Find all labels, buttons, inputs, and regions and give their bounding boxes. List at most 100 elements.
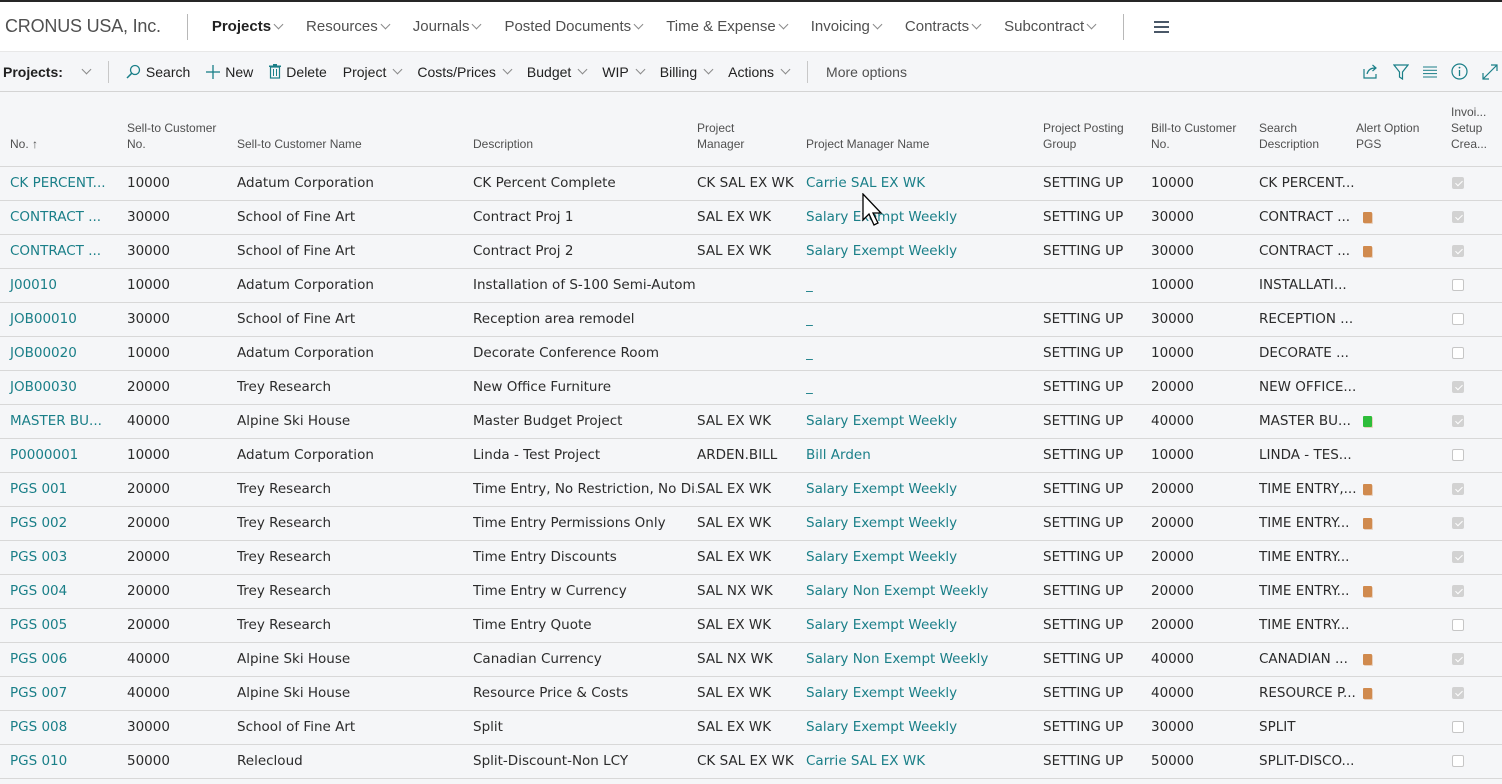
checkbox[interactable] <box>1452 177 1464 189</box>
checkbox[interactable] <box>1452 245 1464 257</box>
column-header-no[interactable]: No. ↑ <box>0 92 127 167</box>
column-header-project-posting-group[interactable]: Project Posting Group <box>1043 92 1151 167</box>
table-row[interactable]: JOB00030 20000 Trey Research New Office Fur… <box>0 370 1502 405</box>
cell-no[interactable]: PGS 010 <box>0 744 127 779</box>
cell-pm-name[interactable]: Carrie SAL EX WK <box>806 744 1043 779</box>
cell-no[interactable]: P0000001 <box>0 438 127 473</box>
checkbox[interactable] <box>1452 313 1464 325</box>
cell-pm-name[interactable]: Salary Exempt Weekly <box>806 608 1043 643</box>
table-row[interactable]: PGS 002 20000 Trey Research Time Entry Perm… <box>0 506 1502 541</box>
table-row[interactable]: PGS 003 20000 Trey Research Time Entry Disc… <box>0 540 1502 575</box>
cell-no[interactable]: JOB00010 <box>0 302 127 337</box>
checkbox[interactable] <box>1452 279 1464 291</box>
cell-no[interactable]: PGS 003 <box>0 540 127 575</box>
cell-pm-name[interactable]: Salary Exempt Weekly <box>806 404 1043 439</box>
cell-no[interactable]: PGS 008 <box>0 710 127 745</box>
checkbox[interactable] <box>1452 755 1464 767</box>
cell-no[interactable]: PGS 005 <box>0 608 127 643</box>
table-row[interactable]: CONTRACT ... 30000 School of Fine Art Contr… <box>0 234 1502 269</box>
cell-no[interactable]: CK PERCENT... <box>0 166 127 201</box>
checkbox[interactable] <box>1452 483 1464 495</box>
delete-button[interactable]: Delete <box>269 64 327 80</box>
table-row[interactable]: JOB00010 30000 School of Fine Art Reception… <box>0 302 1502 337</box>
cell-no[interactable]: JOB00020 <box>0 336 127 371</box>
checkbox[interactable] <box>1452 211 1464 223</box>
cell-pm-name[interactable]: Carrie SAL EX WK <box>806 166 1043 201</box>
table-row[interactable]: PGS 001 20000 Trey Research Time Entry, No … <box>0 472 1502 507</box>
checkbox[interactable] <box>1452 415 1464 427</box>
table-row[interactable]: JOB00020 10000 Adatum Corporation Decorate … <box>0 336 1502 371</box>
cell-pm-name[interactable]: Salary Non Exempt Weekly <box>806 574 1043 609</box>
search-button[interactable]: Search <box>125 64 190 80</box>
cell-no[interactable]: J00010 <box>0 268 127 303</box>
cell-no[interactable]: MASTER BU... <box>0 404 127 439</box>
table-row[interactable]: PGS 005 20000 Trey Research Time Entry Quot… <box>0 608 1502 643</box>
cell-pm-name[interactable]: _ <box>806 336 1043 371</box>
cell-no[interactable]: PGS 002 <box>0 506 127 541</box>
billing-menu[interactable]: Billing <box>660 64 714 80</box>
table-row[interactable]: J00010 10000 Adatum Corporation Installatio… <box>0 268 1502 303</box>
nav-item-projects[interactable]: Projects <box>212 18 284 35</box>
column-header-project-manager[interactable]: Project Manager <box>697 92 806 167</box>
cell-pm-name[interactable]: Salary Non Exempt Weekly <box>806 642 1043 677</box>
checkbox[interactable] <box>1452 517 1464 529</box>
checkbox[interactable] <box>1452 347 1464 359</box>
list-view-icon[interactable] <box>1423 66 1437 78</box>
wip-menu[interactable]: WIP <box>602 64 646 80</box>
table-row[interactable]: PGS 007 40000 Alpine Ski House Resource Pri… <box>0 676 1502 711</box>
table-row[interactable]: CONTRACT ... 30000 School of Fine Art Contr… <box>0 200 1502 235</box>
filter-icon[interactable] <box>1393 63 1409 80</box>
checkbox[interactable] <box>1452 721 1464 733</box>
cell-pm-name[interactable]: Salary Exempt Weekly <box>806 234 1043 269</box>
cell-no[interactable]: PGS 006 <box>0 642 127 677</box>
cell-pm-name[interactable]: Bill Arden <box>806 438 1043 473</box>
cell-no[interactable]: PGS 004 <box>0 574 127 609</box>
column-header-alert-option-pgs[interactable]: Alert Option PGS <box>1356 92 1451 167</box>
new-button[interactable]: New <box>206 64 253 80</box>
project-menu[interactable]: Project <box>343 64 403 80</box>
column-header-invoicing-setup-created[interactable]: Invoi... Setup Crea... <box>1451 92 1502 167</box>
info-icon[interactable] <box>1451 63 1468 80</box>
table-row[interactable]: PGS 008 30000 School of Fine Art Split SAL E… <box>0 710 1502 745</box>
chevron-down-icon[interactable] <box>81 64 92 75</box>
cell-pm-name[interactable]: Salary Exempt Weekly <box>806 472 1043 507</box>
column-header-sell-to-customer-no[interactable]: Sell-to Customer No. <box>127 92 237 167</box>
cell-pm-name[interactable]: Salary Exempt Weekly <box>806 676 1043 711</box>
actions-menu[interactable]: Actions <box>728 64 791 80</box>
checkbox[interactable] <box>1452 585 1464 597</box>
costs-prices-menu[interactable]: Costs/Prices <box>417 64 513 80</box>
checkbox[interactable] <box>1452 653 1464 665</box>
table-row[interactable]: MASTER BU... 40000 Alpine Ski House Master … <box>0 404 1502 439</box>
more-options-button[interactable]: More options <box>826 64 907 80</box>
cell-pm-name[interactable]: Salary Exempt Weekly <box>806 506 1043 541</box>
budget-menu[interactable]: Budget <box>527 64 588 80</box>
nav-item-invoicing[interactable]: Invoicing <box>811 18 883 35</box>
checkbox[interactable] <box>1452 619 1464 631</box>
hamburger-icon[interactable] <box>1154 20 1170 33</box>
nav-item-journals[interactable]: Journals <box>413 18 482 35</box>
column-header-search-description[interactable]: Search Description <box>1259 92 1356 167</box>
checkbox[interactable] <box>1452 449 1464 461</box>
cell-pm-name[interactable]: _ <box>806 370 1043 405</box>
table-row[interactable]: PGS 004 20000 Trey Research Time Entry w Cu… <box>0 574 1502 609</box>
table-row[interactable]: CK PERCENT... 10000 Adatum Corporation CK P… <box>0 166 1502 201</box>
column-header-project-manager-name[interactable]: Project Manager Name <box>806 92 1043 167</box>
share-icon[interactable] <box>1363 64 1379 79</box>
column-header-bill-to-customer-no[interactable]: Bill-to Customer No. <box>1151 92 1259 167</box>
column-header-description[interactable]: Description <box>473 92 697 167</box>
company-name[interactable]: CRONUS USA, Inc. <box>0 16 187 37</box>
cell-pm-name[interactable]: _ <box>806 302 1043 337</box>
nav-item-subcontract[interactable]: Subcontract <box>1004 18 1097 35</box>
column-header-sell-to-customer-name[interactable]: Sell-to Customer Name <box>237 92 473 167</box>
checkbox[interactable] <box>1452 381 1464 393</box>
checkbox[interactable] <box>1452 687 1464 699</box>
cell-pm-name[interactable]: Salary Exempt Weekly <box>806 540 1043 575</box>
cell-pm-name[interactable]: Salary Exempt Weekly <box>806 200 1043 235</box>
cell-no[interactable]: PGS 001 <box>0 472 127 507</box>
nav-item-resources[interactable]: Resources <box>306 18 391 35</box>
cell-no[interactable]: CONTRACT ... <box>0 200 127 235</box>
cell-no[interactable]: JOB00030 <box>0 370 127 405</box>
table-row[interactable]: P0000001 10000 Adatum Corporation Linda - T… <box>0 438 1502 473</box>
expand-icon[interactable] <box>1482 63 1498 80</box>
table-row[interactable]: PGS 010 50000 Relecloud Split-Discount-Non … <box>0 744 1502 779</box>
